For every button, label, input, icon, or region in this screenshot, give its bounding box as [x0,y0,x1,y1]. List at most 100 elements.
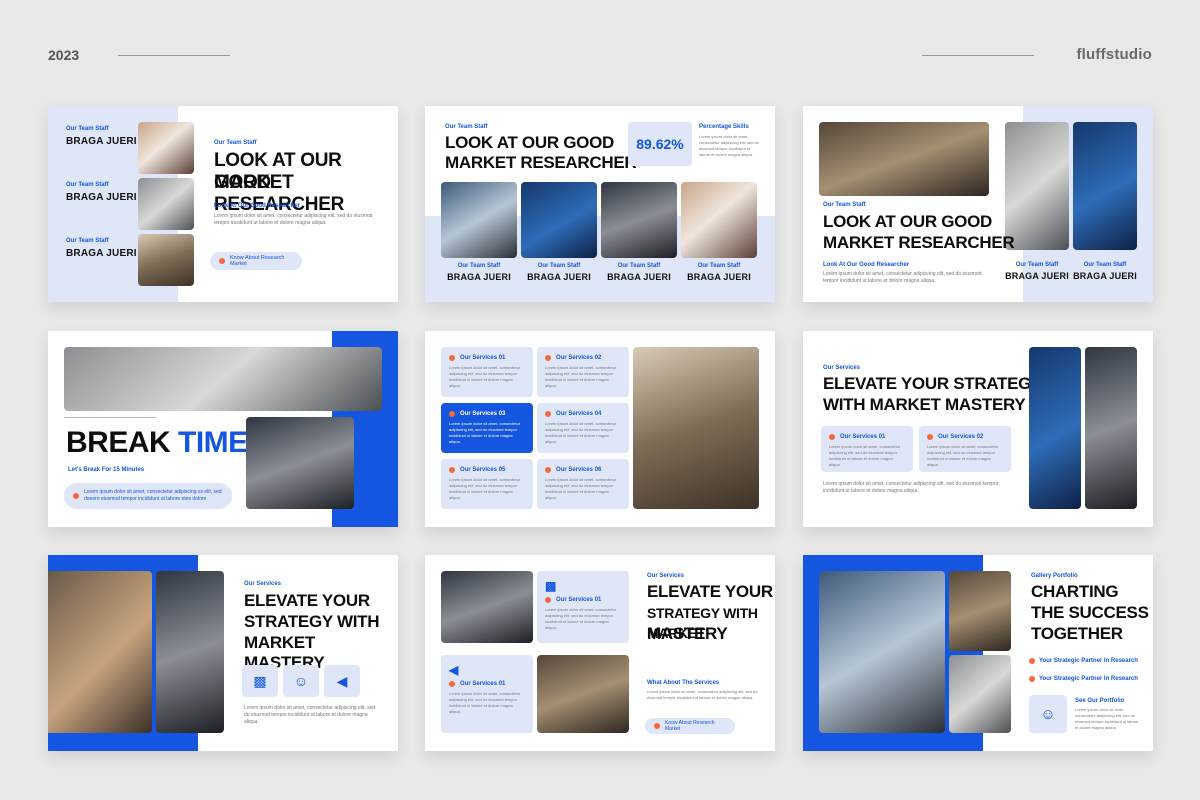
body-text: Lorem ipsum dolor sit amet, consectetur … [647,689,758,700]
body-text: Lorem ipsum dolor sit amet, consectetur … [545,421,617,444]
slide-subtitle: Let's Break For 15 Minutes [68,467,145,473]
body-text: Lorem ipsum dolor sit amet, consectetur … [1075,707,1139,730]
slide-title-line: MARKET RESEARCHER [823,233,1015,252]
office-photo [441,571,533,643]
staff-photo [521,182,597,258]
team-photo [819,122,989,196]
service-label: Our Services 06 [556,467,602,473]
slide-title-line: WITH MARKET MASTERY [823,395,1026,414]
team-icon: ☺ [283,665,319,697]
staff-photo [138,178,194,230]
team-photo [819,571,945,733]
title-word: BREAK [66,426,171,459]
slide-title-line: MARKET RESEARCHER [445,153,637,172]
cta-pill[interactable]: Know About Research Market [210,252,302,270]
portfolio-link[interactable]: See Our Portfolio [1075,698,1124,704]
slide-thumbnail-1[interactable]: Our Team Staff BRAGA JUERI Our Team Staf… [48,106,398,302]
slide-title: BREAK TIME [66,427,248,459]
title-word-accent: TIME [178,426,248,459]
header-divider-right [922,55,1034,56]
office-photo [48,571,152,733]
cta-label: Know About Research Market [230,255,285,267]
cta-label: Know About Research Market [665,720,715,732]
staff-entry: Our Team Staff BRAGA JUERI [1073,262,1137,281]
slide-title-line: MASTERY [647,624,728,643]
slide-tag: Our Services [244,581,282,587]
staff-name: BRAGA JUERI [66,192,137,203]
body-text: Lorem ipsum dolor sit amet, consectetur … [214,213,373,226]
service-card: ▩ Our Services 01 Lorem ipsum dolor sit … [537,571,629,643]
staff-entry: Our Team Staff BRAGA JUERI [605,263,673,282]
staff-tag: Our Team Staff [66,238,109,244]
service-label: Our Services 01 [460,355,506,361]
slide-title-line: ELEVATE YOUR [647,582,773,601]
slide-thumbnail-7[interactable]: Our Services ELEVATE YOUR STRATEGY WITH … [48,555,398,751]
bullet-dot [545,467,551,473]
slide-thumbnail-4[interactable]: BREAK TIME Let's Break For 15 Minutes Lo… [48,331,398,527]
bullet-text: Your Strategic Partner In Research [1039,676,1138,682]
slide-title-line: STRATEGY WITH [244,612,380,631]
service-card: Our Services 04 Lorem ipsum dolor sit ame… [537,403,629,453]
service-card: Our Services 06 Lorem ipsum dolor sit ame… [537,459,629,509]
body-text: Lorem ipsum dolor sit amet, consectetur … [545,365,617,388]
staff-entry: Our Team Staff BRAGA JUERI [685,263,753,282]
staff-name: BRAGA JUERI [447,272,511,282]
service-card-title: Our Services 02 [545,355,621,361]
staff-entry: Our Team Staff BRAGA JUERI [525,263,593,282]
bullet-dot [449,467,455,473]
body-text: Lorem ipsum dolor sit amet, consectetur … [545,607,617,630]
service-label: Our Services 02 [556,355,602,361]
body-text: Lorem ipsum dolor sit amet, consectetur … [829,444,901,467]
service-label: Our Services 01 [840,434,886,440]
slide-title-line: LOOK AT OUR GOOD [823,212,992,231]
slide-thumbnail-2[interactable]: Our Team Staff LOOK AT OUR GOOD MARKET R… [425,106,775,302]
staff-entry: Our Team Staff BRAGA JUERI [1005,262,1069,281]
cta-pill[interactable]: Know About Research Market [645,718,735,734]
service-card: Our Services 02 Lorem ipsum dolor sit ame… [919,426,1011,472]
slide-title-line: LOOK AT OUR GOOD [445,133,614,152]
service-card-title: Our Services 04 [545,411,621,417]
staff-tag: Our Team Staff [66,126,109,132]
slide-title-line: ELEVATE YOUR STRATEGY [823,374,1043,393]
staff-tag: Our Team Staff [697,263,741,269]
service-label: Our Services 02 [938,434,984,440]
bullet-item: Your Strategic Partner In Research [1029,658,1138,664]
service-card-title: Our Services 06 [545,467,621,473]
brand-logo: fluffstudio [1076,46,1152,63]
service-card: Our Services 01 Lorem ipsum dolor sit ame… [821,426,913,472]
slide-thumbnail-6[interactable]: Our Services ELEVATE YOUR STRATEGY WITH … [803,331,1153,527]
slide-title-line: TOGETHER [1031,624,1123,643]
slide-title-line: MARKET RESEARCHER [214,172,345,215]
bullet-dot [545,355,551,361]
office-photo [246,417,354,509]
body-text: Lorem ipsum dolor sit amet, consectetur … [449,477,521,500]
slide-title-line: CHARTING [1031,582,1119,601]
body-text: Lorem ipsum dolor sit amet, consectetur … [927,444,999,467]
slide-thumbnail-5[interactable]: Our Services 01 Lorem ipsum dolor sit ame… [425,331,775,527]
slide-thumbnail-3[interactable]: Our Team Staff LOOK AT OUR GOOD MARKET R… [803,106,1153,302]
staff-tag: Our Team Staff [66,182,109,188]
staff-name: BRAGA JUERI [1005,271,1069,281]
body-text: Lorem ipsum dolor sit amet, consectetur … [449,421,521,444]
staff-photo [601,182,677,258]
staff-entry: Our Team Staff BRAGA JUERI [66,238,137,259]
office-photo [537,655,629,733]
chart-icon: ▩ [545,579,557,593]
service-card-title: Our Services 03 [449,411,525,417]
bullet-dot [545,597,551,603]
slide-thumbnail-8[interactable]: ▩ Our Services 01 Lorem ipsum dolor sit … [425,555,775,751]
chart-icon: ▩ [242,665,278,697]
body-text: Lorem ipsum dolor sit amet, consectetur … [244,705,376,725]
slide-subtitle: Look At Our Good Researcher [823,262,910,268]
slide-subtitle: Look At Our Good Researcher [214,203,301,209]
bullet-dot [1029,658,1035,664]
staff-entry: Our Team Staff BRAGA JUERI [66,182,137,203]
staff-name: BRAGA JUERI [527,272,591,282]
staff-photo [1029,347,1081,509]
bullet-dot [829,434,835,440]
body-text: Lorem ipsum dolor sit amet, consectetur … [823,271,982,284]
staff-photo [1085,347,1137,509]
staff-tag: Our Team Staff [617,263,661,269]
bullet-dot [449,681,455,687]
slide-thumbnail-9[interactable]: Gallery Portfolio CHARTING THE SUCCESS T… [803,555,1153,751]
